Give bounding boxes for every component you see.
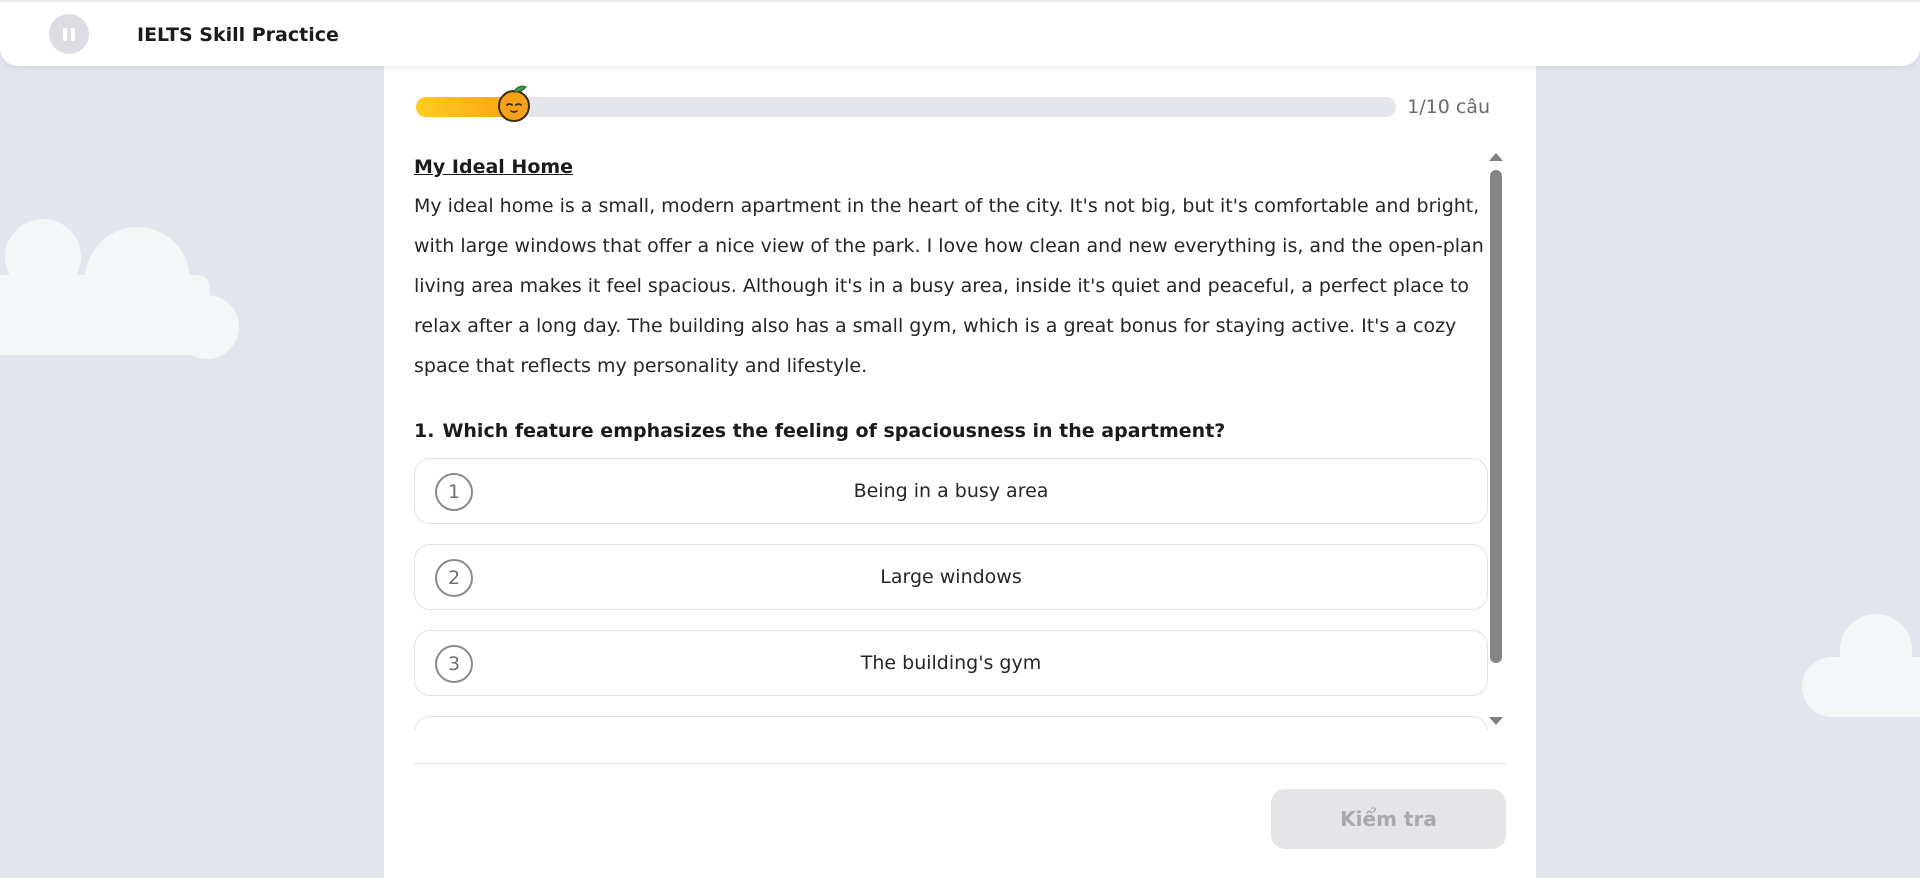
answer-option-1[interactable]: Being in a busy area 1 [414,458,1488,524]
progress-counter: 1/10 câu [1407,96,1490,118]
scroll-down-arrow[interactable] [1489,717,1503,725]
cloud-decoration-right [1800,612,1920,722]
pause-button[interactable] [49,14,89,54]
footer-divider [414,763,1506,764]
question-scroll-area[interactable]: My Ideal Home My ideal home is a small, … [414,150,1488,730]
question-number: 1. [414,420,435,442]
check-button[interactable]: Kiểm tra [1271,789,1506,849]
orange-mascot-icon [498,85,530,122]
passage-text: My ideal home is a small, modern apartme… [414,195,1484,377]
question-prompt: Which feature emphasizes the feeling of … [442,420,1226,442]
answer-option-4-partial[interactable] [414,716,1488,730]
option-number: 2 [435,559,473,597]
answer-option-3[interactable]: The building's gym 3 [414,630,1488,696]
scrollbar-thumb[interactable] [1490,170,1502,663]
app-title: IELTS Skill Practice [137,24,339,46]
option-number: 1 [435,473,473,511]
progress-bar [416,97,1396,117]
pause-icon [63,27,67,41]
option-label: The building's gym [860,652,1042,674]
cloud-decoration-left [0,215,240,359]
option-label: Large windows [880,566,1022,588]
top-bar: IELTS Skill Practice [0,0,1920,66]
question-text: 1. Which feature emphasizes the feeling o… [414,416,1488,446]
answer-options: Being in a busy area 1 Large windows 2 T… [414,458,1488,730]
answer-option-2[interactable]: Large windows 2 [414,544,1488,610]
scroll-up-arrow[interactable] [1489,153,1503,161]
option-number: 3 [435,645,473,683]
option-label: Being in a busy area [853,480,1049,502]
passage-title: My Ideal Home [414,156,574,178]
